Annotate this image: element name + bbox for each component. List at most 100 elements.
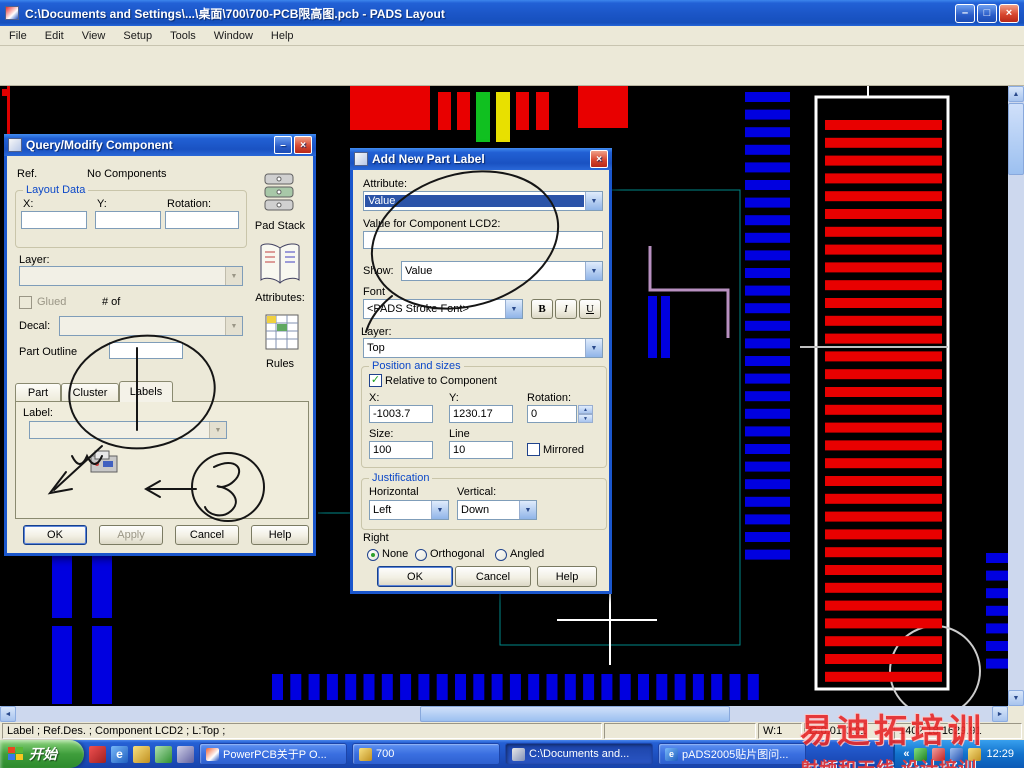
mirrored-label: Mirrored [543,444,584,456]
menu-view[interactable]: View [73,28,115,44]
vertical-combo[interactable]: Down ▼ [457,500,537,520]
scroll-down-icon[interactable]: ▼ [1008,690,1024,706]
task-folder-700[interactable]: 700 [352,743,500,765]
tray-volume-icon[interactable] [968,747,982,761]
layer-label: Layer: [361,326,392,338]
attributes-label: Attributes: [255,292,305,304]
horizontal-scrollbar[interactable]: ◄ ► [0,706,1008,722]
tray-shield-icon[interactable] [914,747,928,761]
menubar: File Edit View Setup Tools Window Help [0,26,1024,46]
size-field[interactable]: 100 [369,441,433,459]
chevron-down-icon[interactable]: ▼ [585,339,602,357]
close-icon[interactable]: × [999,3,1019,23]
italic-button[interactable]: I [555,299,577,319]
tab-part[interactable]: Part [15,383,61,402]
vertical-label: Vertical: [457,486,497,498]
dialog-icon [8,138,22,152]
x-field[interactable]: -1003.7 [369,405,433,423]
horizontal-combo[interactable]: Left ▼ [369,500,449,520]
ok-button[interactable]: OK [377,566,453,587]
restore-icon[interactable]: □ [977,3,997,23]
quicklaunch-desktop-icon[interactable] [177,745,194,763]
tray-app-icon[interactable] [932,747,946,761]
bold-button[interactable]: B [531,299,553,319]
underline-button[interactable]: U [579,299,601,319]
scroll-left-icon[interactable]: ◄ [0,706,16,722]
attributes-icon[interactable] [257,240,303,293]
window-titlebar[interactable]: C:\Documents and Settings\...\桌面\700\700… [0,0,1024,26]
cancel-button[interactable]: Cancel [175,525,239,545]
quicklaunch-folder-icon[interactable] [133,745,150,763]
ok-button[interactable]: OK [23,525,87,545]
tray-network-icon[interactable] [950,747,964,761]
position-and-sizes-title: Position and sizes [369,360,464,372]
menu-help[interactable]: Help [262,28,303,44]
relative-to-component-checkbox[interactable]: ✓ [369,374,382,387]
quicklaunch-app-icon[interactable] [155,745,172,763]
chevron-down-icon[interactable]: ▼ [519,501,536,519]
menu-tools[interactable]: Tools [161,28,205,44]
minimize-icon[interactable]: – [955,3,975,23]
task-icon [206,747,219,761]
orthogonal-label: Orthogonal [430,548,485,560]
close-icon[interactable]: × [294,136,312,154]
layer-combo[interactable]: Top ▼ [363,338,603,358]
rules-icon[interactable] [263,312,301,357]
layer-label: Layer: [19,254,50,266]
show-combo[interactable]: Value ▼ [401,261,603,281]
y-field[interactable] [95,211,161,229]
quicklaunch-media-icon[interactable] [89,745,106,763]
chevron-down-icon[interactable]: ▼ [505,300,522,318]
none-radio[interactable] [367,549,379,561]
minimize-icon[interactable]: – [274,136,292,154]
mirrored-checkbox[interactable] [527,443,540,456]
rotation-field[interactable] [165,211,239,229]
angled-radio[interactable] [495,549,507,561]
y-field[interactable]: 1230.17 [449,405,513,423]
menu-file[interactable]: File [0,28,36,44]
spin-down-icon[interactable]: ▼ [578,414,593,423]
value-field[interactable] [363,231,603,249]
tab-labels[interactable]: Labels [119,381,173,402]
font-combo[interactable]: <PADS Stroke Font> ▼ [363,299,523,319]
rotation-stepper[interactable]: ▲ ▼ [578,405,593,423]
vertical-scroll-thumb[interactable] [1008,103,1024,175]
apply-button[interactable]: Apply [99,525,163,545]
size-label: Size: [369,428,394,440]
chevron-down-icon[interactable]: ▼ [585,192,602,210]
cancel-button[interactable]: Cancel [455,566,531,587]
attribute-combo[interactable]: Value ▼ [363,191,603,211]
help-button[interactable]: Help [251,525,309,545]
chevron-down-icon[interactable]: ▼ [431,501,448,519]
menu-setup[interactable]: Setup [114,28,161,44]
task-browser[interactable]: e pADS2005贴片图问... [658,743,806,765]
line-field[interactable]: 10 [449,441,513,459]
close-icon[interactable]: × [590,150,608,168]
attribute-label: Attribute: [363,178,408,190]
task-pads-layout[interactable]: C:\Documents and... [505,743,653,765]
menu-window[interactable]: Window [205,28,262,44]
scroll-up-icon[interactable]: ▲ [1008,86,1024,102]
window-title: C:\Documents and Settings\...\桌面\700\700… [25,6,445,21]
menu-edit[interactable]: Edit [36,28,73,44]
spin-up-icon[interactable]: ▲ [578,405,593,414]
vertical-scrollbar[interactable]: ▲ ▼ [1008,86,1024,706]
start-button[interactable]: 开始 [0,740,84,768]
chevron-down-icon[interactable]: ▼ [585,262,602,280]
task-icon [512,747,525,761]
add-dialog-titlebar[interactable]: Add New Part Label × [350,148,612,170]
task-powerpcb[interactable]: PowerPCB关于P O... [199,743,347,765]
rotation-field[interactable]: 0 [527,405,577,423]
query-dialog-titlebar[interactable]: Query/Modify Component – × [4,134,316,156]
tab-cluster[interactable]: Cluster [61,383,119,402]
tray-collapse-icon[interactable]: « [903,748,909,760]
part-outline-field[interactable] [109,342,183,359]
x-field[interactable] [21,211,87,229]
labels-tab-panel [15,401,309,519]
quicklaunch-ie-icon[interactable]: e [111,745,128,763]
orthogonal-radio[interactable] [415,549,427,561]
horizontal-scroll-thumb[interactable] [420,706,730,722]
scroll-right-icon[interactable]: ► [992,706,1008,722]
pad-stack-icon[interactable] [257,170,301,219]
help-button[interactable]: Help [537,566,597,587]
